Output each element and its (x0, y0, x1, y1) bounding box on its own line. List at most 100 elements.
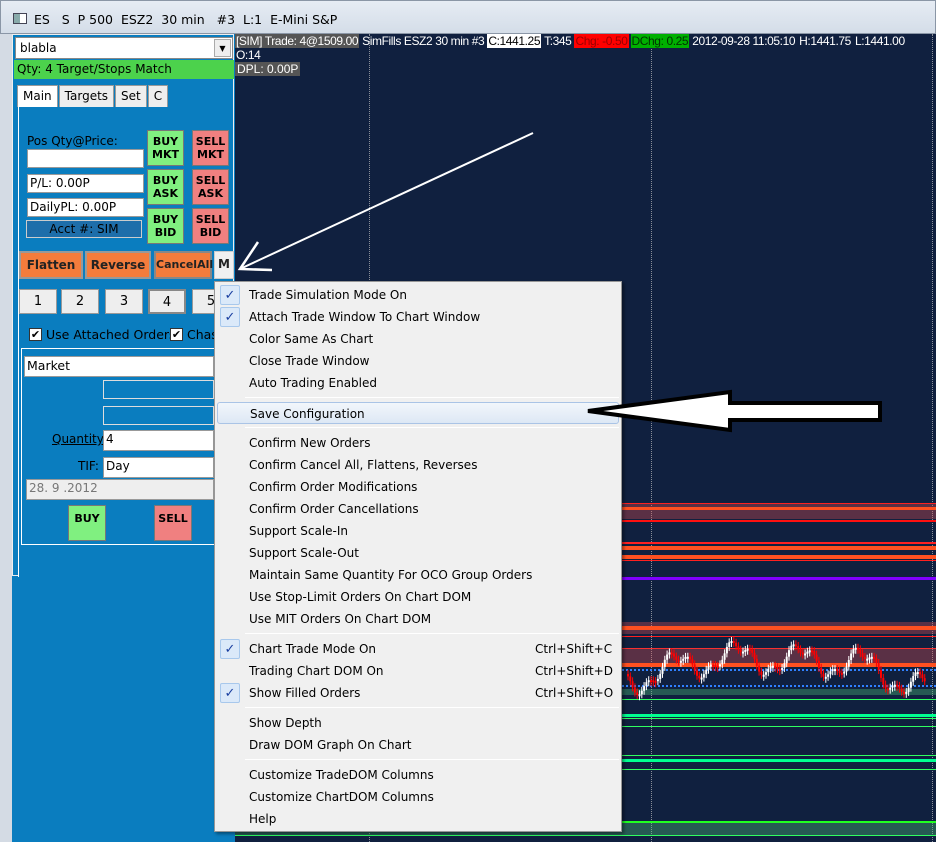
menu-item-label: Color Same As Chart (249, 332, 374, 346)
candle-body (709, 664, 712, 667)
menu-item-trading-chart-dom-on[interactable]: Trading Chart DOM On Ctrl+Shift+D (217, 660, 619, 682)
menu-item-label: Auto Trading Enabled (249, 376, 378, 390)
tab-set[interactable]: Set (115, 85, 147, 107)
candle-body (700, 677, 703, 680)
checkbox-icon: ✔ (170, 328, 183, 341)
candle-body (882, 677, 885, 685)
cancel-all-button[interactable]: CancelAll (154, 251, 213, 279)
qty-preset-4[interactable]: 4 (148, 289, 186, 314)
price-field-1[interactable] (103, 380, 214, 399)
menu-button[interactable]: M (214, 251, 234, 279)
sell-button[interactable]: SELL (154, 505, 192, 541)
candle-body (824, 676, 827, 679)
buy-button[interactable]: BUY (68, 505, 106, 541)
change-value: Chg: -0.50 (574, 34, 629, 48)
candle-body (813, 651, 816, 655)
menu-item-label: Draw DOM Graph On Chart (249, 738, 412, 752)
candle-body (792, 644, 795, 647)
menu-item-support-scale-out[interactable]: Support Scale-Out (217, 542, 619, 564)
candle-body (861, 653, 864, 657)
qty-preset-1[interactable]: 1 (19, 289, 57, 314)
menu-item-confirm-order-cancellations[interactable]: Confirm Order Cancellations (217, 498, 619, 520)
price-field-2[interactable] (103, 406, 214, 425)
qty-preset-3[interactable]: 3 (105, 289, 143, 314)
candle-body (696, 670, 698, 676)
menu-item-draw-dom-graph-on-chart[interactable]: Draw DOM Graph On Chart (217, 734, 619, 756)
candle-body (737, 646, 740, 650)
menu-item-label: Use Stop-Limit Orders On Chart DOM (249, 590, 472, 604)
sell-mkt-button[interactable]: SELL MKT (192, 130, 229, 166)
qty-preset-2[interactable]: 2 (61, 289, 99, 314)
menu-item-maintain-same-quantity-for-oco-group-orders[interactable]: Maintain Same Quantity For OCO Group Ord… (217, 564, 619, 586)
candle-body (873, 656, 876, 659)
menu-item-show-depth[interactable]: Show Depth (217, 712, 619, 734)
menu-separator (245, 397, 619, 398)
menu-item-confirm-cancel-all-flattens-reverses[interactable]: Confirm Cancel All, Flattens, Reverses (217, 454, 619, 476)
menu-item-attach-trade-window-to-chart-window[interactable]: ✓ Attach Trade Window To Chart Window (217, 306, 619, 328)
menu-item-customize-tradedom-columns[interactable]: Customize TradeDOM Columns (217, 764, 619, 786)
menu-item-label: Customize ChartDOM Columns (249, 790, 434, 804)
candle-body (748, 648, 751, 651)
menu-item-trade-simulation-mode-on[interactable]: ✓ Trade Simulation Mode On (217, 284, 619, 306)
sell-bid-button[interactable]: SELL BID (192, 208, 229, 244)
candle-body (636, 692, 639, 696)
quantity-label: Quantity: (52, 432, 108, 446)
date-field[interactable]: 28. 9 .2012 (26, 479, 214, 500)
menu-item-color-same-as-chart[interactable]: Color Same As Chart (217, 328, 619, 350)
menu-item-save-configuration[interactable]: Save Configuration (217, 402, 619, 424)
candle-body (679, 660, 682, 663)
menu-item-chart-trade-mode-on[interactable]: ✓ Chart Trade Mode On Ctrl+Shift+C (217, 638, 619, 660)
buy-mkt-button[interactable]: BUY MKT (147, 130, 184, 166)
buy-ask-button[interactable]: BUY ASK (147, 169, 184, 205)
use-attached-orders-checkbox[interactable]: ✔ Use Attached Orders (29, 327, 176, 342)
candle-body (677, 659, 680, 662)
chase-checkbox[interactable]: ✔ Chas (170, 327, 218, 342)
quantity-field[interactable]: 4 (103, 430, 214, 451)
menu-item-auto-trading-enabled[interactable]: Auto Trading Enabled (217, 372, 619, 394)
status-bar: Qty: 4 Target/Stops Match (14, 60, 234, 79)
menu-item-show-filled-orders[interactable]: ✓ Show Filled Orders Ctrl+Shift+O (217, 682, 619, 704)
buy-bid-button[interactable]: BUY BID (147, 208, 184, 244)
candle-body (850, 653, 853, 660)
app-icon (13, 13, 27, 24)
order-type-select[interactable]: Market (24, 356, 214, 377)
tif-select[interactable]: Day (103, 457, 214, 478)
menu-item-confirm-order-modifications[interactable]: Confirm Order Modifications (217, 476, 619, 498)
candle-body (643, 686, 646, 691)
candle-body (751, 649, 754, 653)
menu-item-confirm-new-orders[interactable]: Confirm New Orders (217, 432, 619, 454)
account-combo[interactable]: blabla ▼ (15, 37, 233, 59)
candle-body (656, 678, 659, 682)
tab-c[interactable]: C (147, 85, 169, 107)
candle-body (797, 646, 800, 650)
menu-item-label: Close Trade Window (249, 354, 370, 368)
menu-item-use-stop-limit-orders-on-chart-dom[interactable]: Use Stop-Limit Orders On Chart DOM (217, 586, 619, 608)
candle-body (638, 694, 641, 697)
pos-label: Pos Qty@Price: (27, 134, 118, 148)
menu-item-help[interactable]: Help (217, 808, 619, 830)
candle-body (788, 650, 790, 657)
tab-main[interactable]: Main (17, 85, 58, 107)
checkmark-icon: ✓ (220, 307, 240, 327)
candle-body (907, 687, 910, 692)
chevron-down-icon[interactable]: ▼ (214, 39, 231, 57)
candle-body (912, 676, 915, 682)
candle-body (923, 678, 926, 682)
menu-item-use-mit-orders-on-chart-dom[interactable]: Use MIT Orders On Chart DOM (217, 608, 619, 630)
candle-body (820, 667, 823, 674)
candle-body (843, 671, 846, 674)
menu-item-support-scale-in[interactable]: Support Scale-In (217, 520, 619, 542)
daily-pl-field: DailyPL: 0.00P (27, 198, 144, 217)
menu-item-customize-chartdom-columns[interactable]: Customize ChartDOM Columns (217, 786, 619, 808)
reverse-button[interactable]: Reverse (85, 251, 151, 279)
flatten-button[interactable]: Flatten (19, 251, 83, 279)
candle-body (728, 642, 731, 647)
candle-body (762, 674, 765, 677)
sell-ask-button[interactable]: SELL ASK (192, 169, 229, 205)
menu-item-label: Show Filled Orders (249, 686, 361, 700)
candle-body (863, 656, 866, 659)
trades-value: T:345 (544, 34, 572, 48)
candle-body (732, 641, 735, 644)
tab-targets[interactable]: Targets (58, 85, 115, 107)
menu-item-close-trade-window[interactable]: Close Trade Window (217, 350, 619, 372)
